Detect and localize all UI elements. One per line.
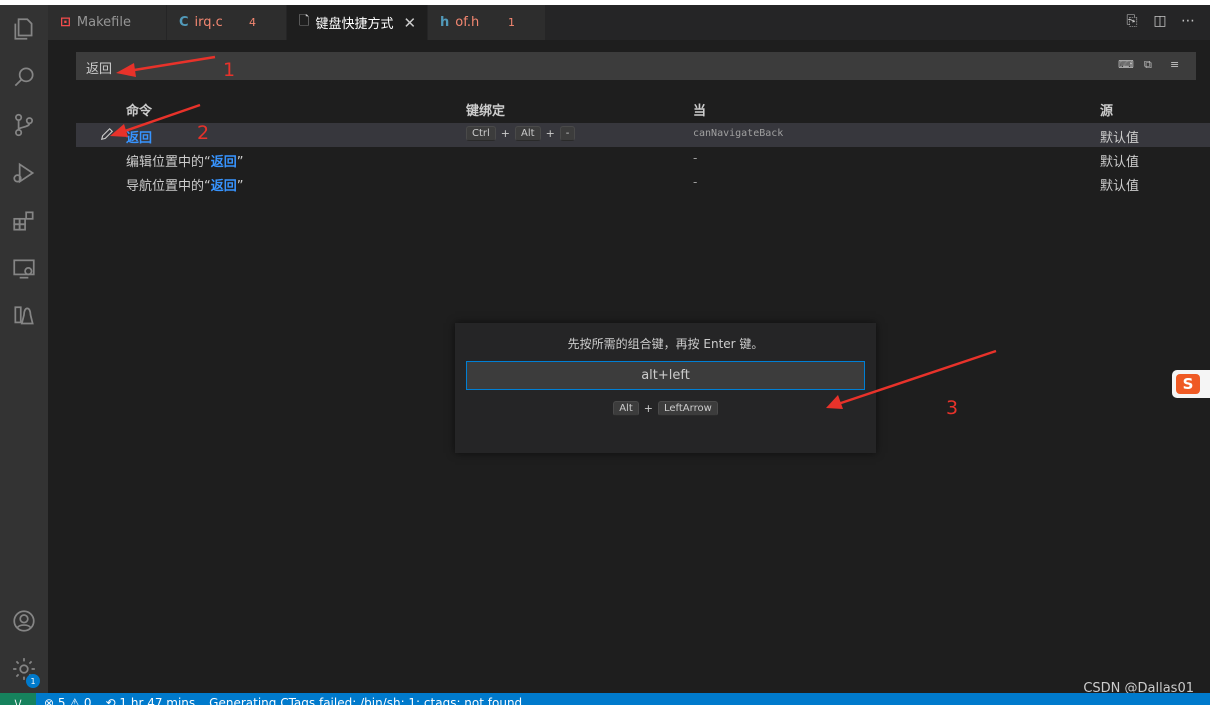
key-leftarrow: LeftArrow xyxy=(657,401,718,416)
tab-irq-c[interactable]: C irq.c 4 xyxy=(167,5,287,40)
linux-tux-icon[interactable] xyxy=(8,301,40,333)
account-icon[interactable] xyxy=(8,605,40,637)
tab-bar: ⊡ Makefile C irq.c 4 🗋 键盘快捷方式 ✕ h of.h 1… xyxy=(48,5,1210,40)
search-icon[interactable] xyxy=(8,61,40,93)
document-icon: 🗋 xyxy=(299,13,310,29)
tab-of-h[interactable]: h of.h 1 xyxy=(428,5,546,40)
h-file-icon: h xyxy=(440,15,450,30)
command-cell: 返回 xyxy=(126,131,153,146)
time-status[interactable]: ⟲ 1 hr 47 mins xyxy=(106,696,196,705)
header-keybinding[interactable]: 键绑定 xyxy=(466,100,505,119)
explorer-icon[interactable] xyxy=(8,13,40,45)
table-row[interactable]: 返回 Ctrl + Alt + - canNavigateBack 默认值 xyxy=(76,123,1210,147)
key-ctrl: Ctrl xyxy=(466,126,496,141)
problems-status[interactable]: ⊗ 5 ⚠ 0 xyxy=(44,696,92,705)
close-icon[interactable]: ✕ xyxy=(403,14,416,32)
status-bar: ⟩⟨ ⊗ 5 ⚠ 0 ⟲ 1 hr 47 mins Generating CTa… xyxy=(0,693,1210,705)
when-cell: - xyxy=(693,151,698,165)
keybinding-input[interactable]: alt+left xyxy=(466,361,865,390)
status-items: ⊗ 5 ⚠ 0 ⟲ 1 hr 47 mins Generating CTags … xyxy=(44,696,522,705)
split-editor-icon[interactable]: ◫ xyxy=(1152,13,1168,29)
extensions-icon[interactable] xyxy=(8,205,40,237)
keybinding-cell: Ctrl + Alt + - xyxy=(466,126,576,141)
key-alt: Alt xyxy=(613,401,639,416)
keybindings-search-box[interactable]: 返回 ⌨ ⧉ ≡ xyxy=(76,52,1196,80)
command-cell: 编辑位置中的“返回” xyxy=(126,155,244,170)
edit-pencil-icon[interactable] xyxy=(100,127,114,141)
makefile-icon: ⊡ xyxy=(60,15,71,30)
header-command[interactable]: 命令 xyxy=(126,100,152,119)
key-minus: - xyxy=(559,126,576,141)
annotation-number-1: 1 xyxy=(223,59,236,81)
more-actions-icon[interactable]: ⋯ xyxy=(1180,13,1196,29)
source-cell: 默认值 xyxy=(1100,131,1140,146)
table-row[interactable]: 编辑位置中的“返回” - 默认值 xyxy=(76,147,1210,171)
sogou-ime-icon[interactable]: S xyxy=(1172,370,1210,398)
vscode-window: 1 ⊡ Makefile C irq.c 4 🗋 键盘快捷方式 ✕ h of.h… xyxy=(0,5,1210,705)
ctags-message: Generating CTags failed: /bin/sh: 1: cta… xyxy=(209,696,523,705)
when-cell: canNavigateBack xyxy=(693,128,784,139)
key-alt: Alt xyxy=(515,126,541,141)
search-actions: ⌨ ⧉ ≡ xyxy=(1118,58,1184,72)
define-keybinding-dialog: 先按所需的组合键，再按 Enter 键。 alt+left Alt + LeftA… xyxy=(455,323,876,453)
run-debug-icon[interactable] xyxy=(8,157,40,189)
annotation-number-2: 2 xyxy=(197,122,210,144)
remote-icon[interactable]: ⟩⟨ xyxy=(0,693,36,705)
sort-precedence-icon[interactable]: ⧉ xyxy=(1144,58,1158,72)
record-keys-icon[interactable]: ⌨ xyxy=(1118,58,1134,72)
table-row[interactable]: 导航位置中的“返回” - 默认值 xyxy=(76,171,1210,195)
keybindings-table: 命令 键绑定 当 源 返回 Ctrl + Alt + - canNavigateBa… xyxy=(76,93,1210,195)
open-json-icon[interactable]: ⎘ xyxy=(1124,13,1140,29)
annotation-number-3: 3 xyxy=(946,397,959,419)
command-cell: 导航位置中的“返回” xyxy=(126,179,244,194)
source-control-icon[interactable] xyxy=(8,109,40,141)
table-header: 命令 键绑定 当 源 xyxy=(76,93,1210,123)
c-file-icon: C xyxy=(179,15,189,30)
remote-explorer-icon[interactable] xyxy=(8,253,40,285)
header-when[interactable]: 当 xyxy=(693,100,706,119)
header-source[interactable]: 源 xyxy=(1100,100,1113,119)
dialog-key-preview: Alt + LeftArrow xyxy=(455,401,876,416)
when-cell: - xyxy=(693,175,698,189)
search-input[interactable]: 返回 xyxy=(86,58,112,77)
tab-keyboard-shortcuts[interactable]: 🗋 键盘快捷方式 ✕ xyxy=(287,5,428,40)
clear-filter-icon[interactable]: ≡ xyxy=(1170,58,1184,72)
activity-bar: 1 xyxy=(0,5,48,693)
dialog-message: 先按所需的组合键，再按 Enter 键。 xyxy=(567,337,764,351)
tab-makefile[interactable]: ⊡ Makefile xyxy=(48,5,167,40)
editor-actions: ⎘ ◫ ⋯ xyxy=(1124,13,1196,29)
source-cell: 默认值 xyxy=(1100,155,1140,170)
settings-badge: 1 xyxy=(26,674,40,688)
source-cell: 默认值 xyxy=(1100,179,1140,194)
